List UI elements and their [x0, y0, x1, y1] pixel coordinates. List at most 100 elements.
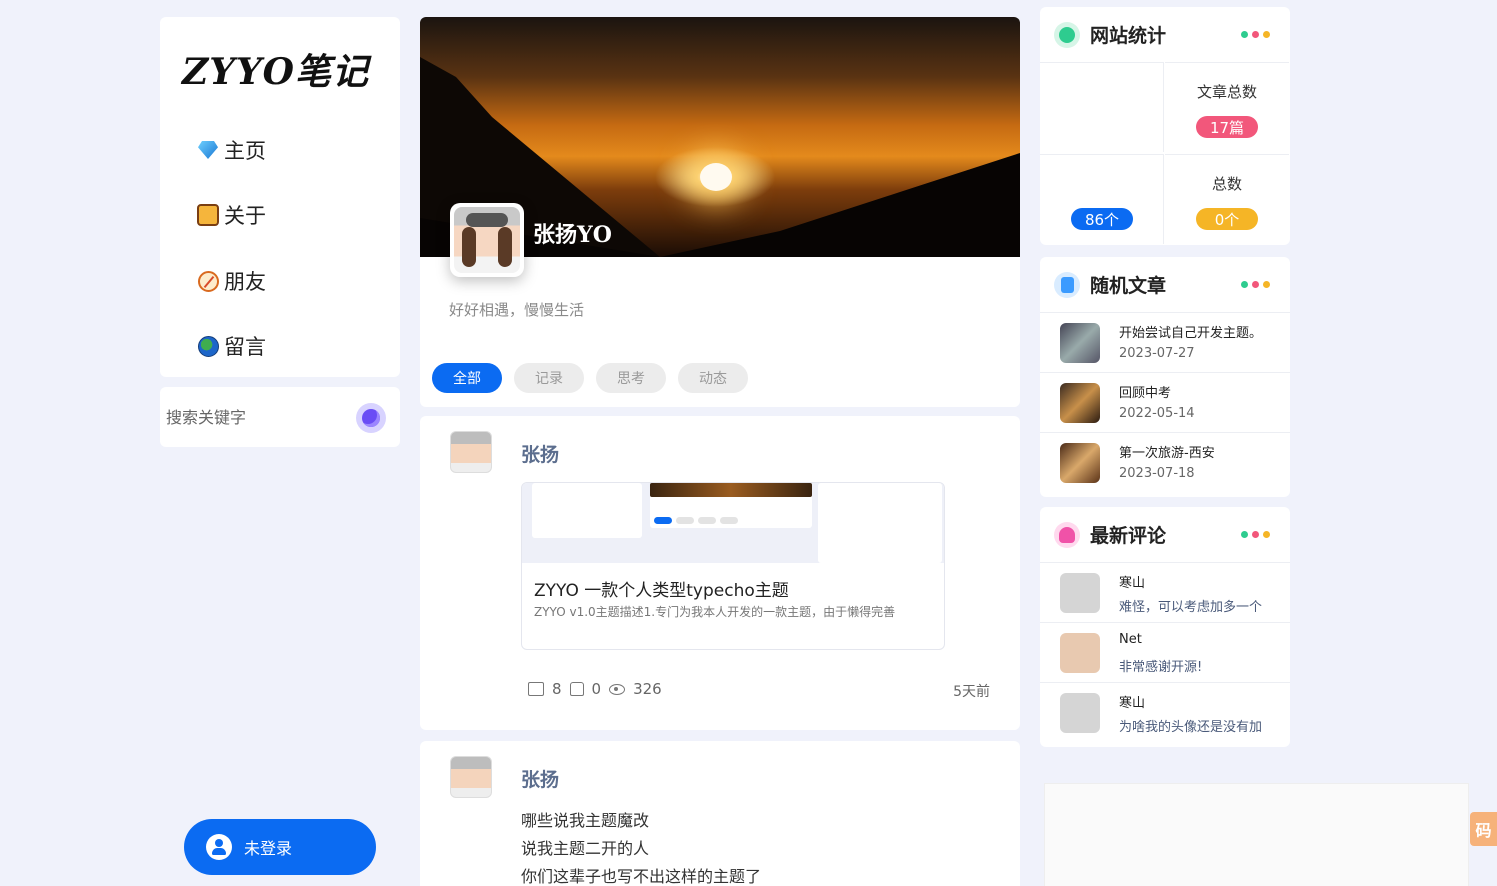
check-badge-icon	[1054, 21, 1080, 48]
post-line: 说我主题二开的人	[521, 839, 650, 858]
default-avatar-icon	[1060, 693, 1100, 733]
diamond-icon	[196, 138, 220, 162]
commenter-name: Net	[1119, 632, 1142, 647]
post-card: 张扬 ZYYO 一款个人类型typecho主题 ZYYO v1.0主题描述1.专…	[420, 416, 1020, 730]
random-posts-widget: 随机文章 开始尝试自己开发主题。 2023-07-27 回顾中考 2022-05…	[1040, 257, 1290, 497]
profile-bio: 好好相遇，慢慢生活	[449, 301, 585, 319]
widget-header: 网站统计	[1054, 21, 1166, 48]
post-stats: 8 0 326	[528, 680, 662, 698]
eye-icon	[609, 683, 626, 695]
hands-icon	[196, 203, 220, 227]
nav-item-label: 主页	[224, 139, 266, 163]
author-avatar[interactable]	[450, 431, 492, 473]
commenter-name: 寒山	[1119, 576, 1146, 591]
post-thumbnail	[1060, 323, 1100, 363]
window-dots	[1241, 31, 1270, 38]
ghost-icon	[1054, 521, 1080, 548]
profile-name: 张扬YO	[533, 222, 612, 248]
nav-item-label: 留言	[224, 335, 266, 359]
widget-header: 最新评论	[1054, 521, 1166, 548]
post-card: 张扬 哪些说我主题魔改 说我主题二开的人 你们这辈子也写不出这样的主题了	[420, 741, 1020, 886]
list-item[interactable]: 开始尝试自己开发主题。 2023-07-27	[1040, 312, 1290, 372]
item-date: 2023-07-27	[1119, 346, 1195, 361]
stat-value: 0个	[1196, 208, 1258, 230]
comment-text: 难怪，可以考虑加多一个	[1119, 600, 1263, 615]
latest-comments-widget: 最新评论 寒山 难怪，可以考虑加多一个 Net 非常感谢开源! 寒山 为啥我的头…	[1040, 507, 1290, 747]
item-date: 2022-05-14	[1119, 406, 1195, 421]
view-count: 326	[633, 680, 662, 698]
profile-avatar[interactable]	[450, 203, 524, 277]
widget-title: 网站统计	[1090, 25, 1167, 47]
comment-icon[interactable]	[528, 682, 544, 696]
stats-widget: 网站统计 文章总数 17篇 86个 总数 0个	[1040, 7, 1290, 245]
widget-title: 随机文章	[1090, 275, 1167, 297]
search-input[interactable]	[166, 407, 346, 427]
author-avatar[interactable]	[450, 756, 492, 798]
default-avatar-icon	[1060, 573, 1100, 613]
ad-placeholder	[1044, 783, 1469, 886]
nav-item-about[interactable]: 关于	[196, 198, 366, 232]
nav-item-friends[interactable]: 朋友	[196, 264, 366, 298]
tab-moments[interactable]: 动态	[678, 363, 748, 393]
post-line: 哪些说我主题魔改	[521, 811, 650, 830]
stat-cell: 总数 0个	[1165, 154, 1289, 244]
post-author[interactable]: 张扬	[521, 440, 559, 467]
stat-label: 文章总数	[1196, 83, 1257, 101]
site-logo[interactable]: ZYYO笔记	[182, 43, 378, 103]
login-button[interactable]: 未登录	[184, 819, 376, 875]
widget-title: 最新评论	[1090, 525, 1167, 547]
search-box	[160, 387, 400, 447]
tab-all[interactable]: 全部	[432, 363, 502, 393]
link-title: ZYYO 一款个人类型typecho主题	[534, 581, 789, 601]
corner-badge[interactable]: 码	[1470, 812, 1497, 846]
commenter-name: 寒山	[1119, 696, 1146, 711]
commenter-avatar	[1060, 633, 1100, 673]
item-date: 2023-07-18	[1119, 466, 1195, 481]
category-tabs: 全部 记录 思考 动态	[432, 363, 748, 393]
list-item[interactable]: 回顾中考 2022-05-14	[1040, 372, 1290, 432]
like-count: 0	[591, 680, 602, 698]
link-preview-card[interactable]: ZYYO 一款个人类型typecho主题 ZYYO v1.0主题描述1.专门为我…	[521, 482, 945, 650]
login-label: 未登录	[244, 839, 293, 858]
item-title: 回顾中考	[1119, 386, 1172, 401]
compass-icon	[196, 269, 220, 293]
comment-item[interactable]: 寒山 难怪，可以考虑加多一个	[1040, 562, 1290, 622]
stat-label: 总数	[1211, 175, 1242, 193]
item-title: 第一次旅游-西安	[1119, 446, 1215, 461]
comment-text: 非常感谢开源!	[1119, 660, 1203, 675]
stat-value: 17篇	[1196, 116, 1258, 138]
window-dots	[1241, 531, 1270, 538]
post-author[interactable]: 张扬	[521, 765, 559, 792]
post-thumbnail	[1060, 443, 1100, 483]
post-thumbnail	[1060, 383, 1100, 423]
stat-cell	[1040, 62, 1164, 152]
widget-header: 随机文章	[1054, 271, 1166, 298]
search-button[interactable]	[356, 403, 386, 433]
post-time: 5天前	[953, 684, 990, 700]
comment-item[interactable]: 寒山 为啥我的头像还是没有加	[1040, 682, 1290, 742]
nav-item-home[interactable]: 主页	[196, 133, 366, 167]
comment-item[interactable]: Net 非常感谢开源!	[1040, 622, 1290, 682]
window-dots	[1241, 281, 1270, 288]
post-line: 你们这辈子也写不出这样的主题了	[521, 867, 762, 886]
search-icon	[362, 409, 380, 427]
user-icon	[206, 834, 232, 860]
list-item[interactable]: 第一次旅游-西安 2023-07-18	[1040, 432, 1290, 492]
item-title: 开始尝试自己开发主题。	[1119, 326, 1263, 341]
link-description: ZYYO v1.0主题描述1.专门为我本人开发的一款主题，由于懒得完善	[534, 605, 896, 619]
comment-text: 为啥我的头像还是没有加	[1119, 720, 1263, 735]
like-icon[interactable]	[569, 682, 584, 696]
document-icon	[1054, 271, 1080, 298]
globe-icon	[196, 334, 220, 358]
left-nav-card: ZYYO笔记 主页 关于 朋友 留言	[160, 17, 400, 377]
tab-thoughts[interactable]: 思考	[596, 363, 666, 393]
comment-count: 8	[552, 680, 562, 698]
stat-value: 86个	[1071, 208, 1133, 230]
banner-sun	[700, 163, 732, 191]
nav-item-label: 关于	[224, 204, 266, 228]
tab-records[interactable]: 记录	[514, 363, 584, 393]
nav-item-label: 朋友	[224, 270, 266, 294]
stat-cell-posts: 文章总数 17篇	[1165, 62, 1289, 152]
nav-item-guestbook[interactable]: 留言	[196, 329, 366, 363]
profile-card: 张扬YO 好好相遇，慢慢生活 全部 记录 思考 动态	[420, 17, 1020, 407]
